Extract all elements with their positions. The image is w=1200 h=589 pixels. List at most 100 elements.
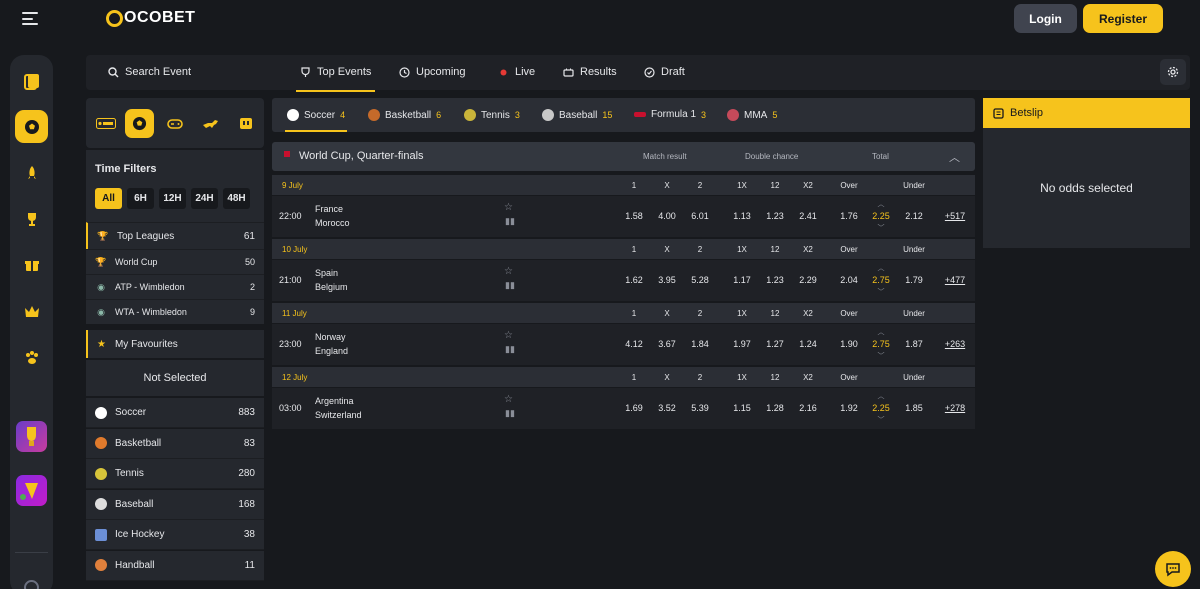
odds-button[interactable]: 1.84 <box>685 339 715 349</box>
odds-button[interactable]: 3.67 <box>652 339 682 349</box>
sport-item-soccer[interactable]: Soccer 883 <box>86 398 264 428</box>
odds-button[interactable]: 1.28 <box>760 403 790 413</box>
more-markets-link[interactable]: +263 <box>945 339 965 349</box>
sport-tab-basketball[interactable]: Basketball 6 <box>368 109 441 121</box>
league-item-wta-wimbledon[interactable]: ◉ WTA - Wimbledon 9 <box>86 299 264 324</box>
odds-button[interactable]: 2.12 <box>899 211 929 221</box>
world-cup-promo-icon[interactable] <box>16 421 47 452</box>
horse-racing-icon[interactable] <box>196 109 225 138</box>
match-row[interactable]: 21:00 Spain Belgium ☆ ▮▮ 1.62 3.95 5.28 1.17 1.23… <box>272 260 975 301</box>
odds-button[interactable]: 1.15 <box>727 403 757 413</box>
gamepad-icon[interactable] <box>160 109 189 138</box>
odds-button[interactable]: 4.00 <box>652 211 682 221</box>
rocket-icon[interactable] <box>15 156 48 189</box>
odds-button[interactable]: 3.95 <box>652 275 682 285</box>
odds-button[interactable]: 1.97 <box>727 339 757 349</box>
odds-button[interactable]: 3.52 <box>652 403 682 413</box>
time-filter-12h[interactable]: 12H <box>159 188 186 209</box>
tab-results[interactable]: Results <box>563 66 617 78</box>
favourite-star-icon[interactable]: ☆ <box>504 394 513 405</box>
register-button[interactable]: Register <box>1083 4 1163 33</box>
casino-card-icon[interactable] <box>15 65 48 98</box>
time-filter-6h[interactable]: 6H <box>127 188 154 209</box>
odds-button[interactable]: 1.17 <box>727 275 757 285</box>
soccer-ball-icon[interactable] <box>125 109 154 138</box>
odds-button[interactable]: 1.76 <box>834 211 864 221</box>
odds-button[interactable]: 4.12 <box>619 339 649 349</box>
tab-live[interactable]: Live <box>498 66 535 78</box>
sport-tab-baseball[interactable]: Baseball 15 <box>542 109 612 121</box>
sport-tab-formula-1[interactable]: Formula 1 3 <box>634 109 706 120</box>
statistics-icon[interactable]: ▮▮ <box>505 344 515 355</box>
favourite-star-icon[interactable]: ☆ <box>504 266 513 277</box>
sport-item-handball[interactable]: Handball 11 <box>86 550 264 581</box>
chevron-down-icon[interactable]: ﹀ <box>878 287 885 297</box>
login-button[interactable]: Login <box>1014 4 1077 33</box>
odds-button[interactable]: 1.92 <box>834 403 864 413</box>
statistics-icon[interactable]: ▮▮ <box>505 408 515 419</box>
time-filter-48h[interactable]: 48H <box>223 188 250 209</box>
odds-button[interactable]: 1.90 <box>834 339 864 349</box>
odds-button[interactable]: 1.13 <box>727 211 757 221</box>
betslip-header[interactable]: Betslip <box>983 98 1190 128</box>
odds-button[interactable]: 2.41 <box>793 211 823 221</box>
sport-tab-soccer[interactable]: Soccer 4 <box>284 109 348 132</box>
sport-item-ice-hockey[interactable]: Ice Hockey 38 <box>86 520 264 550</box>
odds-button[interactable]: 1.27 <box>760 339 790 349</box>
sport-item-tennis[interactable]: Tennis 280 <box>86 459 264 489</box>
competition-header[interactable]: World Cup, Quarter-finals Match result D… <box>272 142 975 171</box>
odds-button[interactable]: 1.69 <box>619 403 649 413</box>
trophy-icon[interactable] <box>15 202 48 235</box>
chevron-up-icon[interactable]: ︿ <box>878 263 885 273</box>
paw-icon[interactable] <box>15 341 48 374</box>
odds-button[interactable]: 1.87 <box>899 339 929 349</box>
odds-button[interactable]: 1.23 <box>760 211 790 221</box>
more-markets-link[interactable]: +278 <box>945 403 965 413</box>
favourite-star-icon[interactable]: ☆ <box>504 330 513 341</box>
chevron-up-icon[interactable]: ︿ <box>878 391 885 401</box>
time-filter-all[interactable]: All <box>95 188 122 209</box>
more-markets-link[interactable]: +517 <box>945 211 965 221</box>
odds-button[interactable]: 1.23 <box>760 275 790 285</box>
favourite-star-icon[interactable]: ☆ <box>504 202 513 213</box>
more-markets-link[interactable]: +477 <box>945 275 965 285</box>
odds-button[interactable]: 5.28 <box>685 275 715 285</box>
sport-tab-mma[interactable]: MMA 5 <box>727 109 777 121</box>
chevron-up-icon[interactable]: ︿ <box>878 327 885 337</box>
chevron-down-icon[interactable]: ﹀ <box>878 223 885 233</box>
sport-item-basketball[interactable]: Basketball 83 <box>86 428 264 459</box>
virtual-sports-icon[interactable] <box>231 109 260 138</box>
sport-item-baseball[interactable]: Baseball 168 <box>86 489 264 520</box>
live-sport-icon[interactable] <box>91 109 120 138</box>
odds-button[interactable]: 2.04 <box>834 275 864 285</box>
odds-button[interactable]: 1.58 <box>619 211 649 221</box>
top-leagues-item[interactable]: 🏆 Top Leagues 61 <box>86 222 264 249</box>
odds-button[interactable]: 1.24 <box>793 339 823 349</box>
tab-upcoming[interactable]: Upcoming <box>399 66 466 78</box>
crown-icon[interactable] <box>15 295 48 328</box>
match-row[interactable]: 03:00 Argentina Switzerland ☆ ▮▮ 1.69 3.52 5.39… <box>272 388 975 429</box>
chevron-down-icon[interactable]: ﹀ <box>878 351 885 361</box>
sport-tab-tennis[interactable]: Tennis 3 <box>464 109 520 121</box>
logo[interactable]: OCOBET <box>106 9 195 27</box>
match-row[interactable]: 23:00 Norway England ☆ ▮▮ 4.12 3.67 1.84 1.97 1.2… <box>272 324 975 365</box>
odds-button[interactable]: 1.79 <box>899 275 929 285</box>
statistics-icon[interactable]: ▮▮ <box>505 280 515 291</box>
search-event[interactable]: Search Event <box>108 66 191 78</box>
my-favourites-item[interactable]: ★ My Favourites <box>86 330 264 358</box>
tab-top-events[interactable]: Top Events <box>295 66 376 92</box>
league-item-atp-wimbledon[interactable]: ◉ ATP - Wimbledon 2 <box>86 274 264 299</box>
odds-button[interactable]: 6.01 <box>685 211 715 221</box>
soccer-ball-icon[interactable] <box>15 110 48 143</box>
chevron-down-icon[interactable]: ﹀ <box>878 415 885 425</box>
odds-button[interactable]: 1.85 <box>899 403 929 413</box>
settings-button[interactable] <box>1160 59 1186 85</box>
time-filter-24h[interactable]: 24H <box>191 188 218 209</box>
menu-icon[interactable] <box>22 12 38 25</box>
chevron-up-icon[interactable]: ︿ <box>949 149 960 165</box>
support-icon[interactable] <box>24 580 39 589</box>
odds-button[interactable]: 2.16 <box>793 403 823 413</box>
chat-button[interactable] <box>1155 551 1191 587</box>
chevron-up-icon[interactable]: ︿ <box>878 199 885 209</box>
league-item-world-cup[interactable]: 🏆 World Cup 50 <box>86 249 264 274</box>
